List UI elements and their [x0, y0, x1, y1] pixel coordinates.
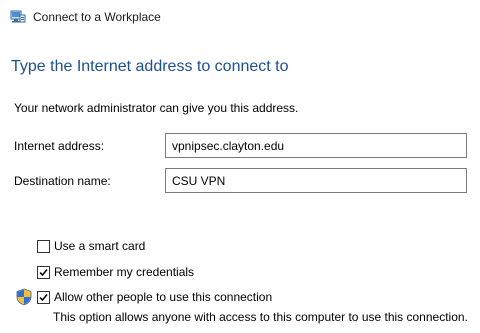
- remember-credentials-label: Remember my credentials: [54, 265, 195, 279]
- smart-card-label: Use a smart card: [54, 239, 146, 253]
- internet-address-input[interactable]: [165, 133, 467, 158]
- destination-name-label: Destination name:: [14, 174, 111, 188]
- allow-others-checkbox[interactable]: [37, 290, 50, 304]
- checkmark-icon: [39, 268, 48, 276]
- instructions-text: Your network administrator can give you …: [14, 101, 299, 115]
- page-heading: Type the Internet address to connect to: [11, 58, 289, 75]
- allow-others-note: This option allows anyone with access to…: [53, 310, 468, 324]
- checkmark-icon: [39, 293, 48, 301]
- allow-others-label: Allow other people to use this connectio…: [54, 290, 273, 304]
- window-title: Connect to a Workplace: [33, 10, 161, 24]
- destination-name-input[interactable]: [165, 168, 467, 193]
- remember-credentials-option[interactable]: Remember my credentials: [37, 264, 194, 280]
- smart-card-checkbox[interactable]: [37, 239, 50, 253]
- allow-others-option[interactable]: Allow other people to use this connectio…: [37, 289, 272, 305]
- internet-address-label: Internet address:: [14, 139, 105, 153]
- remember-credentials-checkbox[interactable]: [37, 265, 50, 279]
- network-workplace-icon: [9, 8, 26, 25]
- smart-card-option[interactable]: Use a smart card: [37, 238, 145, 254]
- title-bar: Connect to a Workplace: [0, 0, 480, 36]
- uac-shield-icon: [16, 288, 32, 306]
